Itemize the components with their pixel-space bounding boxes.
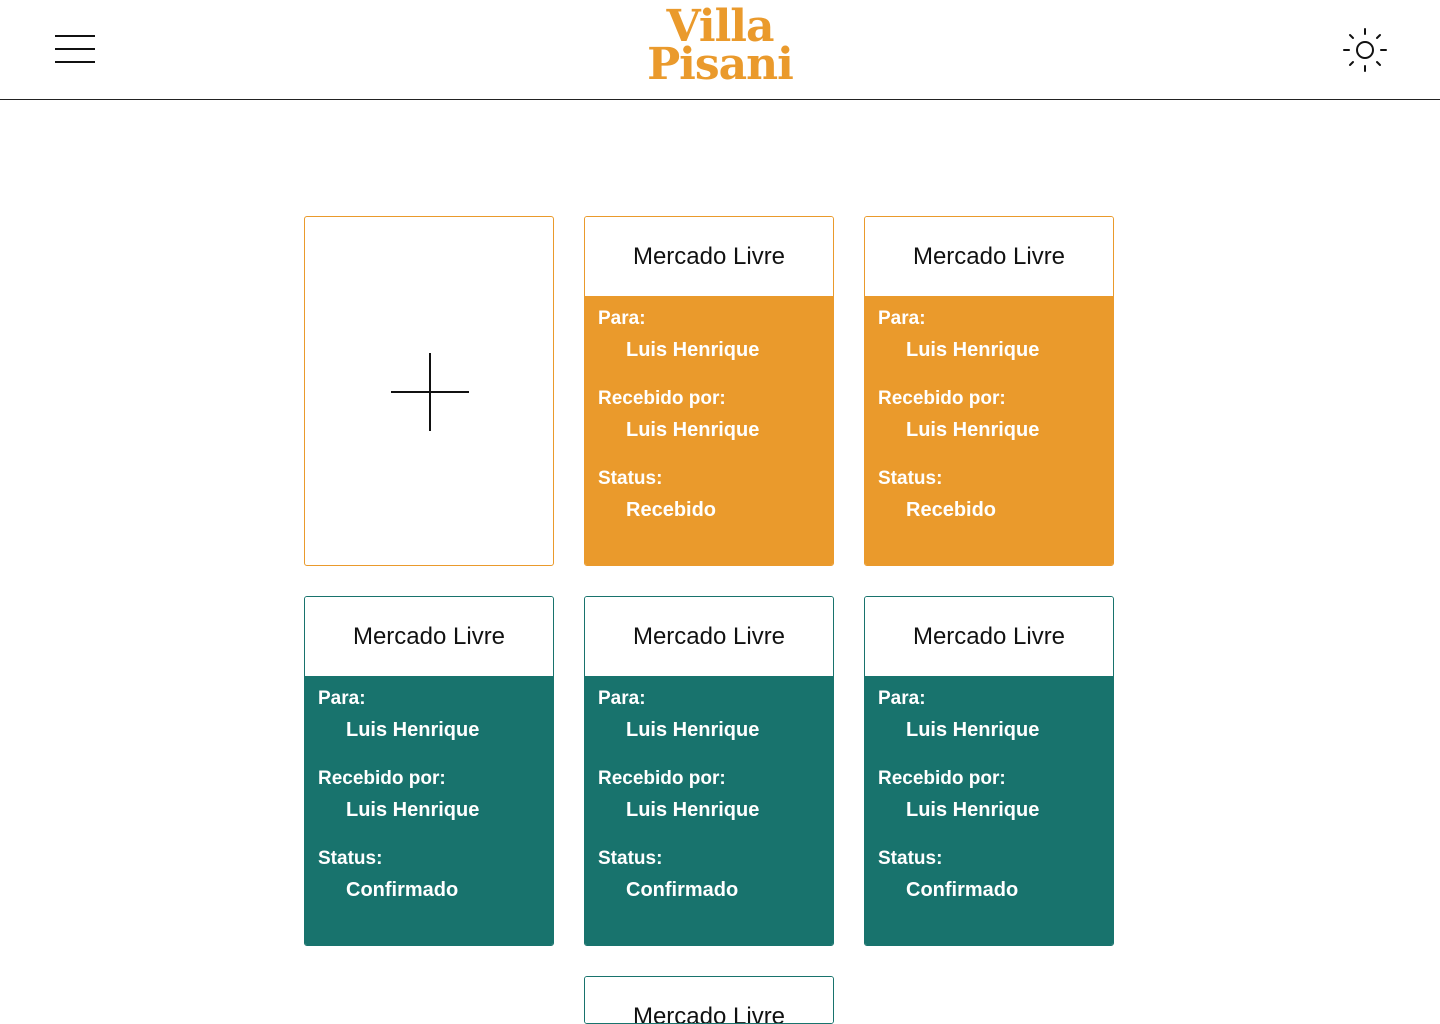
recebido-por-value: Luis Henrique — [346, 799, 480, 821]
status-label: Status: — [598, 848, 663, 869]
para-label: Para: — [878, 688, 926, 709]
menu-bar — [55, 35, 95, 37]
card-title: Mercado Livre — [585, 977, 833, 1023]
recebido-por-label: Recebido por: — [598, 388, 726, 409]
status-value: Recebido — [906, 499, 997, 521]
status-value: Confirmado — [906, 879, 1019, 901]
logo[interactable]: Villa Pisani — [620, 5, 820, 90]
menu-bar — [55, 61, 95, 63]
recebido-por-label: Recebido por: — [878, 768, 1006, 789]
package-card[interactable]: Mercado Livre Para: Luis Henrique Recebi… — [584, 216, 834, 566]
sun-icon[interactable] — [1341, 26, 1389, 74]
menu-bar — [55, 48, 95, 50]
package-card[interactable]: Mercado Livre — [584, 976, 834, 1024]
plus-icon — [391, 353, 469, 431]
recebido-por-value: Luis Henrique — [626, 799, 760, 821]
status-value: Recebido — [626, 499, 717, 521]
recebido-por-label: Recebido por: — [878, 388, 1006, 409]
status-value: Confirmado — [346, 879, 459, 901]
card-title: Mercado Livre — [865, 597, 1113, 676]
para-value: Luis Henrique — [346, 719, 480, 741]
para-value: Luis Henrique — [906, 719, 1040, 741]
package-card[interactable]: Mercado Livre Para: Luis Henrique Recebi… — [584, 596, 834, 946]
logo-line-2: Pisani — [647, 39, 794, 90]
hamburger-menu-icon[interactable] — [55, 35, 95, 65]
status-value: Confirmado — [626, 879, 739, 901]
para-label: Para: — [878, 308, 926, 329]
card-body: Para: Luis Henrique Recebido por: Luis H… — [865, 296, 1113, 565]
card-body: Para: Luis Henrique Recebido por: Luis H… — [305, 676, 553, 945]
card-body: Para: Luis Henrique Recebido por: Luis H… — [585, 676, 833, 945]
para-value: Luis Henrique — [906, 339, 1040, 361]
para-label: Para: — [318, 688, 366, 709]
package-card[interactable]: Mercado Livre Para: Luis Henrique Recebi… — [864, 216, 1114, 566]
package-card[interactable]: Mercado Livre Para: Luis Henrique Recebi… — [864, 596, 1114, 946]
status-label: Status: — [878, 848, 943, 869]
recebido-por-value: Luis Henrique — [906, 419, 1040, 441]
status-label: Status: — [878, 468, 943, 489]
para-label: Para: — [598, 688, 646, 709]
top-header: Villa Pisani — [0, 0, 1440, 100]
card-body: Para: Luis Henrique Recebido por: Luis H… — [585, 296, 833, 565]
card-title: Mercado Livre — [305, 597, 553, 676]
card-title: Mercado Livre — [585, 597, 833, 676]
package-card[interactable]: Mercado Livre Para: Luis Henrique Recebi… — [304, 596, 554, 946]
card-title: Mercado Livre — [585, 217, 833, 296]
status-label: Status: — [318, 848, 383, 869]
status-label: Status: — [598, 468, 663, 489]
para-value: Luis Henrique — [626, 719, 760, 741]
recebido-por-label: Recebido por: — [318, 768, 446, 789]
card-body: Para: Luis Henrique Recebido por: Luis H… — [865, 676, 1113, 945]
add-package-card[interactable] — [304, 216, 554, 566]
recebido-por-value: Luis Henrique — [906, 799, 1040, 821]
para-value: Luis Henrique — [626, 339, 760, 361]
para-label: Para: — [598, 308, 646, 329]
recebido-por-label: Recebido por: — [598, 768, 726, 789]
card-title: Mercado Livre — [865, 217, 1113, 296]
recebido-por-value: Luis Henrique — [626, 419, 760, 441]
